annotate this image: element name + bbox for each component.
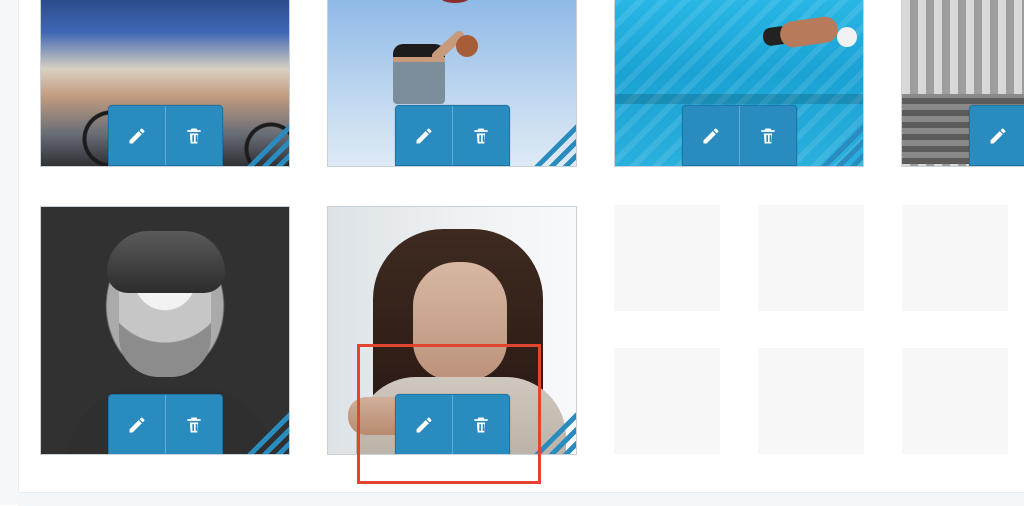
tile-actions bbox=[108, 394, 223, 454]
bottom-strip bbox=[18, 492, 1024, 506]
hair bbox=[107, 231, 225, 293]
empty-tile bbox=[902, 348, 1008, 454]
trash-icon bbox=[184, 126, 204, 146]
tile-basketball[interactable] bbox=[327, 0, 577, 167]
pencil-icon bbox=[988, 126, 1008, 146]
highlight-box bbox=[357, 344, 541, 484]
edit-button[interactable] bbox=[109, 395, 165, 454]
edit-button[interactable] bbox=[396, 106, 452, 165]
tile-actions bbox=[682, 105, 797, 166]
delete-button[interactable] bbox=[165, 395, 222, 454]
tile-cycling[interactable] bbox=[40, 0, 290, 167]
left-rail bbox=[0, 0, 19, 505]
trash-icon bbox=[184, 415, 204, 435]
tile-swimmer[interactable] bbox=[614, 0, 864, 167]
delete-button[interactable] bbox=[165, 106, 222, 165]
empty-tile bbox=[614, 348, 720, 454]
edit-button[interactable] bbox=[683, 106, 739, 165]
pencil-icon bbox=[127, 415, 147, 435]
pencil-icon bbox=[701, 126, 721, 146]
delete-button[interactable] bbox=[452, 106, 509, 165]
pencil-icon bbox=[414, 126, 434, 146]
lane-line bbox=[615, 94, 863, 104]
edit-button[interactable] bbox=[109, 106, 165, 165]
swim-cap bbox=[837, 27, 857, 47]
swimmer-body bbox=[778, 15, 840, 49]
edit-button[interactable] bbox=[970, 106, 1024, 165]
tile-actions bbox=[395, 105, 510, 166]
empty-tile bbox=[758, 205, 864, 311]
tile-actions bbox=[969, 105, 1024, 166]
tile-man-portrait[interactable] bbox=[40, 206, 290, 455]
empty-tile bbox=[902, 205, 1008, 311]
trash-icon bbox=[758, 126, 778, 146]
tile-track[interactable] bbox=[901, 0, 1024, 167]
delete-button[interactable] bbox=[739, 106, 796, 165]
trash-icon bbox=[471, 126, 491, 146]
tile-actions bbox=[108, 105, 223, 166]
pencil-icon bbox=[127, 126, 147, 146]
empty-tile bbox=[614, 205, 720, 311]
empty-tile bbox=[758, 348, 864, 454]
basketball bbox=[456, 35, 478, 57]
ball-edge bbox=[440, 0, 470, 3]
